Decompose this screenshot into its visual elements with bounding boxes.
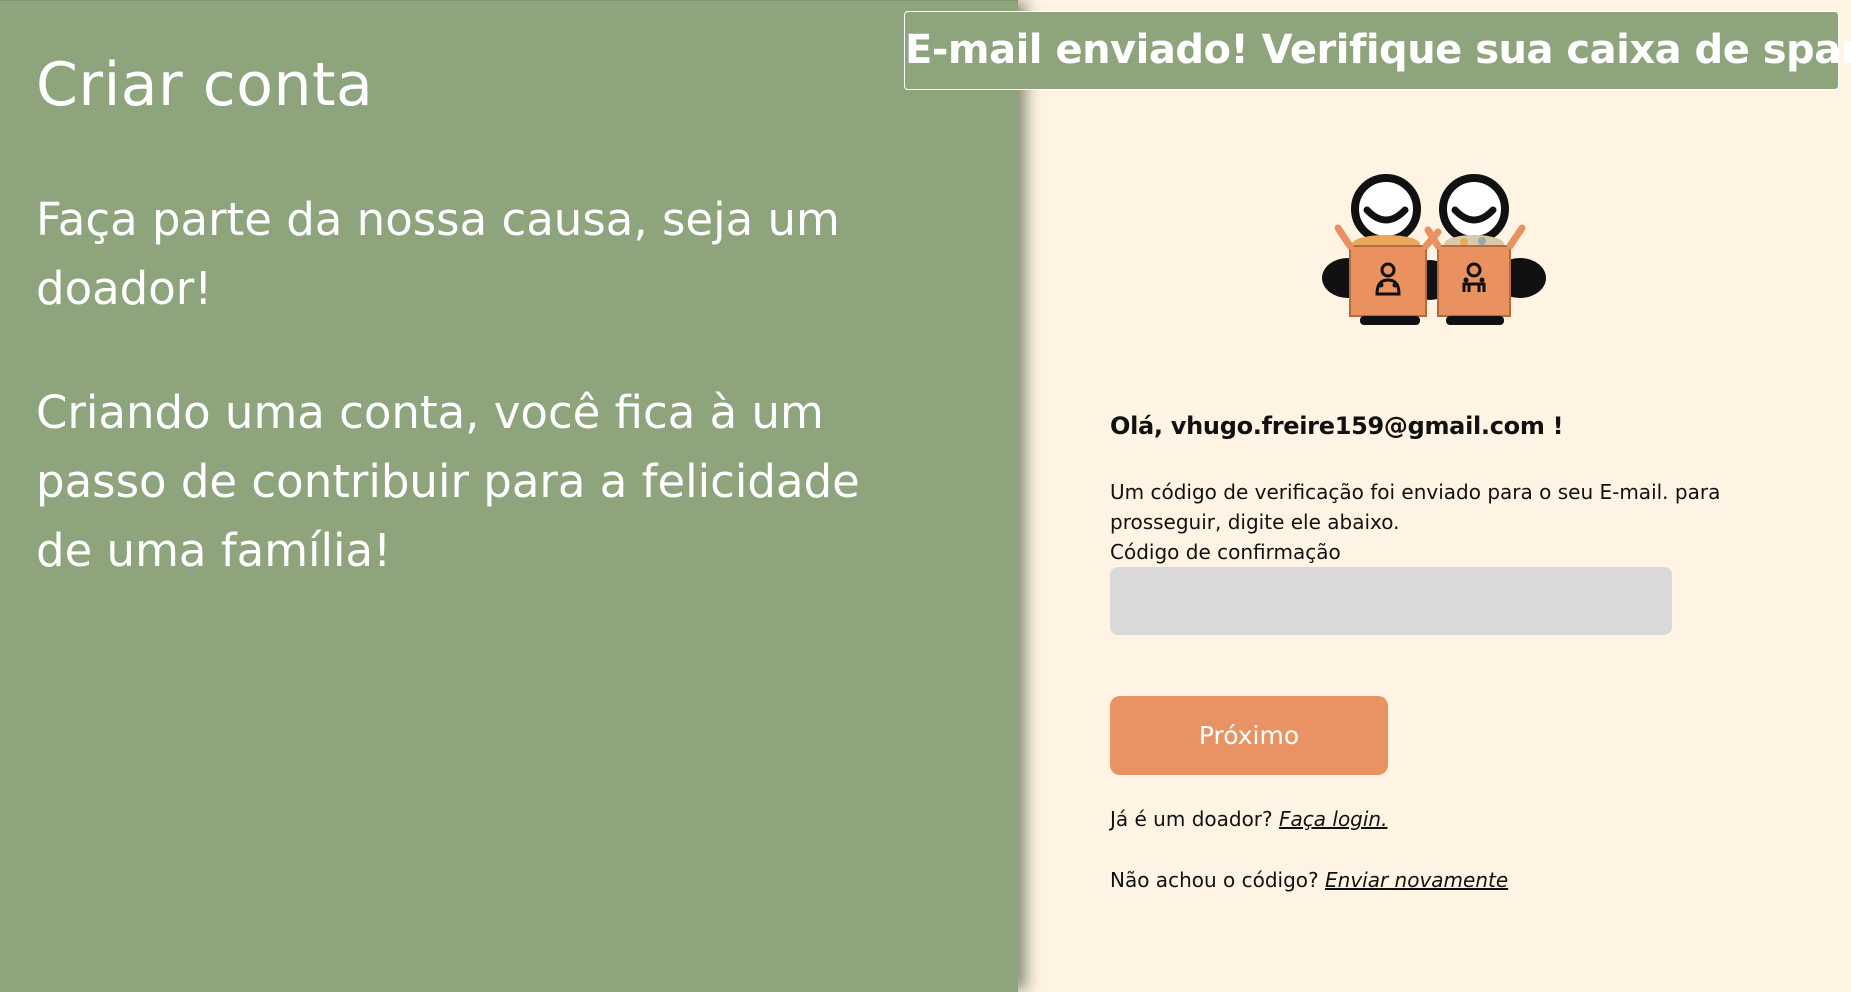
left-panel: Criar conta Faça parte da nossa causa, s…: [0, 0, 1018, 992]
page-title: Criar conta: [36, 50, 374, 120]
benefit-text: Criando uma conta, você fica à um passo …: [36, 386, 860, 577]
resend-line: Não achou o código? Enviar novamente: [1110, 865, 1508, 895]
next-button[interactable]: Próximo: [1110, 696, 1388, 775]
login-prompt-text: Já é um doador?: [1110, 807, 1273, 831]
confirmation-code-input[interactable]: [1110, 567, 1672, 635]
login-link[interactable]: Faça login.: [1279, 807, 1387, 831]
logo-icon: [1322, 174, 1546, 325]
verification-info-text: Um código de verificação foi enviado par…: [1110, 480, 1721, 534]
resend-code-link[interactable]: Enviar novamente: [1325, 868, 1508, 892]
intro-text: Faça parte da nossa causa, seja um doado…: [36, 193, 840, 315]
code-field-label: Código de confirmação: [1110, 540, 1341, 564]
login-line: Já é um doador? Faça login.: [1110, 804, 1387, 834]
toast-notification: E-mail enviado! Verifique sua caixa de s…: [904, 11, 1851, 90]
greeting-text: Olá, vhugo.freire159@gmail.com !: [1110, 412, 1564, 440]
resend-prompt-text: Não achou o código?: [1110, 868, 1319, 892]
